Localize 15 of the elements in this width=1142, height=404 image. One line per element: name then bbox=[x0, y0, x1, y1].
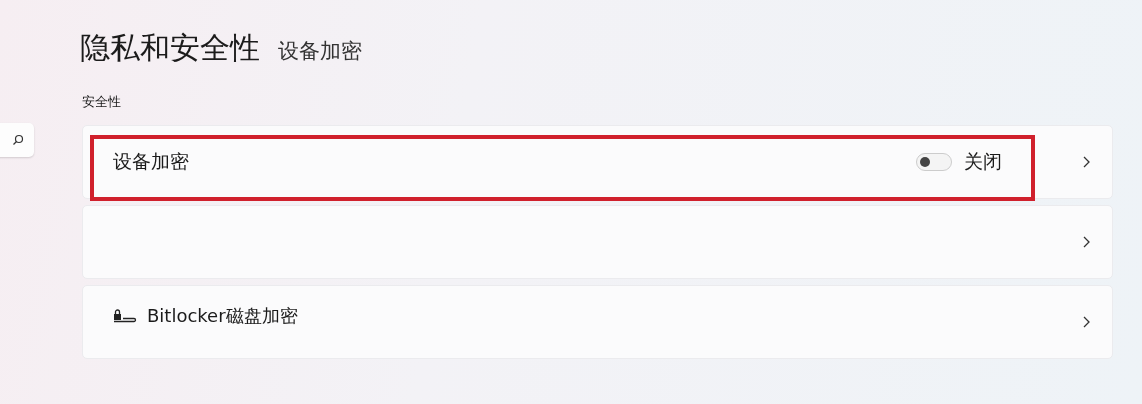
settings-row[interactable]: Bitlocker磁盘加密 bbox=[82, 285, 1113, 359]
breadcrumb: 设备加密 bbox=[278, 38, 362, 65]
section-label: 安全性 bbox=[82, 93, 122, 111]
chevron-icon bbox=[1082, 316, 1090, 328]
row-label: Bitlocker磁盘加密 bbox=[147, 304, 298, 328]
chevron-icon bbox=[1082, 236, 1090, 248]
drive-lock-icon bbox=[113, 309, 137, 323]
chevron-icon bbox=[1082, 156, 1090, 168]
toggle-switch[interactable] bbox=[916, 153, 952, 171]
search-icon bbox=[12, 134, 24, 146]
toggle-state: 关闭 bbox=[964, 149, 1002, 174]
page-title: 隐私和安全性 bbox=[80, 29, 260, 67]
search-button[interactable] bbox=[0, 123, 34, 157]
row-label: 设备加密 bbox=[113, 149, 190, 174]
settings-row[interactable]: 设备加密 关闭 bbox=[82, 125, 1113, 199]
